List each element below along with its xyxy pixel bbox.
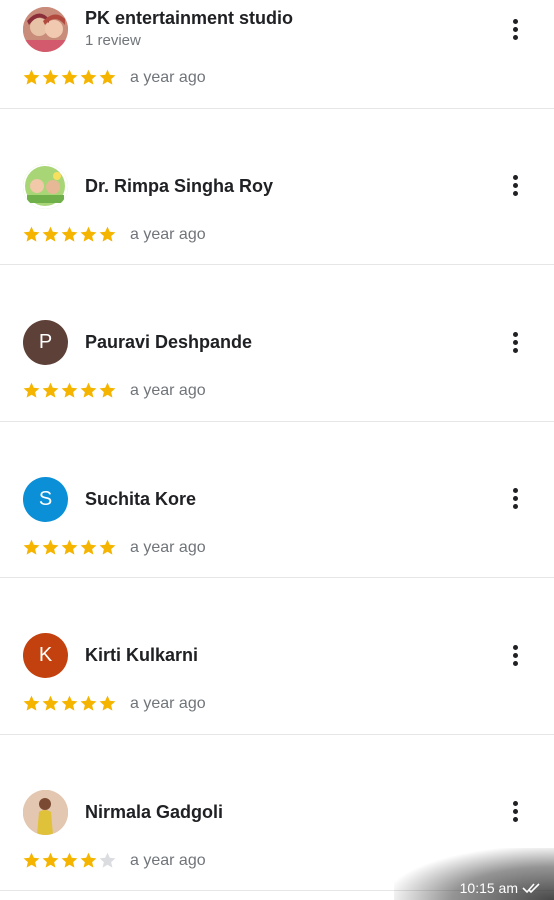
star-filled-icon	[23, 382, 40, 398]
star-rating	[22, 381, 117, 400]
more-dot-icon	[512, 504, 518, 509]
more-dot-icon	[512, 488, 518, 493]
review-date: a year ago	[130, 225, 206, 243]
star-filled-icon	[61, 69, 78, 85]
more-dot-icon	[512, 34, 518, 40]
reviewer-name[interactable]: Dr. Rimpa Singha Roy	[85, 176, 273, 197]
reviewer-avatar[interactable]: S	[23, 476, 68, 522]
star-filled-icon	[23, 695, 40, 711]
review-item: K Kirti Kulkarni a year ago	[0, 578, 554, 735]
more-dot-icon	[512, 644, 518, 650]
review-date: a year ago	[130, 851, 206, 869]
more-options-button[interactable]	[501, 797, 529, 827]
more-dot-icon	[512, 809, 518, 814]
timestamp-overlay: 10:15 am	[394, 848, 554, 900]
star-filled-icon	[23, 69, 40, 85]
star-filled-icon	[23, 226, 40, 242]
star-filled-icon	[80, 226, 97, 242]
star-filled-icon	[80, 69, 97, 85]
more-dot-icon	[512, 496, 518, 501]
star-empty-icon	[99, 852, 116, 868]
star-rating	[22, 694, 117, 713]
star-filled-icon	[99, 382, 116, 398]
star-filled-icon	[61, 695, 78, 711]
star-filled-icon	[99, 539, 116, 555]
avatar-letter: S	[38, 487, 53, 510]
review-date: a year ago	[130, 382, 206, 399]
more-options-button[interactable]	[501, 171, 529, 201]
double-check-icon	[522, 883, 540, 894]
star-filled-icon	[80, 695, 97, 711]
star-filled-icon	[80, 382, 97, 398]
star-filled-icon	[42, 539, 59, 555]
avatar-letter: K	[38, 644, 53, 666]
more-options-button[interactable]	[501, 640, 529, 670]
reviewer-name[interactable]: Suchita Kore	[85, 489, 196, 510]
star-rating	[22, 225, 117, 244]
more-dot-icon	[512, 331, 518, 337]
more-options-button[interactable]	[501, 327, 529, 357]
star-filled-icon	[99, 695, 116, 711]
star-filled-icon	[23, 852, 40, 868]
more-dot-icon	[512, 339, 518, 345]
review-item: Dr. Rimpa Singha Roy a year ago	[0, 109, 554, 265]
more-dot-icon	[512, 347, 518, 353]
reviewer-avatar[interactable]	[23, 7, 68, 52]
reviewer-review-count: 1 review	[85, 32, 141, 49]
reviewer-avatar[interactable]	[23, 789, 68, 835]
review-item: P Pauravi Deshpande a year ago	[0, 265, 554, 422]
more-dot-icon	[512, 26, 518, 32]
star-filled-icon	[61, 226, 78, 242]
more-dot-icon	[512, 652, 518, 658]
star-filled-icon	[42, 852, 59, 868]
review-date: a year ago	[130, 69, 206, 86]
reviewer-avatar[interactable]: K	[23, 633, 68, 678]
review-item: S Suchita Kore a year ago	[0, 422, 554, 578]
more-dot-icon	[512, 175, 518, 180]
star-filled-icon	[99, 69, 116, 85]
reviewer-avatar[interactable]	[23, 163, 68, 209]
star-filled-icon	[61, 852, 78, 868]
star-filled-icon	[23, 539, 40, 555]
more-dot-icon	[512, 660, 518, 666]
more-dot-icon	[512, 183, 518, 188]
star-filled-icon	[80, 852, 97, 868]
star-filled-icon	[80, 539, 97, 555]
more-dot-icon	[512, 817, 518, 822]
star-rating	[22, 851, 117, 870]
star-filled-icon	[42, 382, 59, 398]
more-dot-icon	[512, 191, 518, 196]
reviewer-name[interactable]: Kirti Kulkarni	[85, 645, 198, 666]
status-time: 10:15 am	[459, 880, 518, 896]
star-filled-icon	[42, 695, 59, 711]
reviewer-name[interactable]: PK entertainment studio	[85, 8, 293, 29]
more-dot-icon	[512, 18, 518, 24]
star-filled-icon	[99, 226, 116, 242]
reviewer-avatar[interactable]: P	[23, 320, 68, 365]
star-filled-icon	[61, 539, 78, 555]
star-filled-icon	[42, 226, 59, 242]
more-options-button[interactable]	[501, 484, 529, 514]
star-rating	[22, 538, 117, 557]
more-options-button[interactable]	[501, 14, 529, 44]
star-filled-icon	[42, 69, 59, 85]
reviewer-name[interactable]: Nirmala Gadgoli	[85, 802, 223, 823]
reviewer-name[interactable]: Pauravi Deshpande	[85, 332, 252, 353]
review-item: PK entertainment studio 1 review a year ag…	[0, 0, 554, 109]
star-rating	[22, 68, 117, 87]
star-filled-icon	[61, 382, 78, 398]
review-date: a year ago	[130, 695, 206, 712]
avatar-letter: P	[38, 331, 53, 353]
more-dot-icon	[512, 801, 518, 806]
review-date: a year ago	[130, 538, 206, 556]
